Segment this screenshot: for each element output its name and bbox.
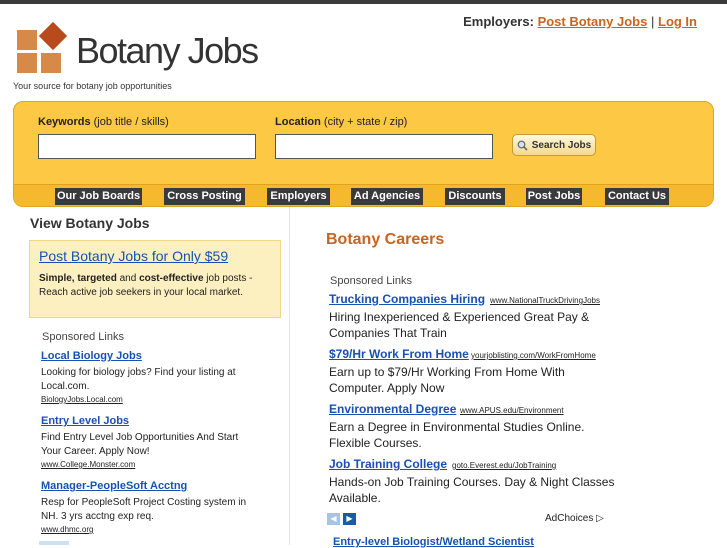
search-jobs-button[interactable]: Search Jobs: [512, 134, 596, 156]
main-ad-desc: Earn a Degree in Environmental Studies O…: [329, 420, 585, 450]
tagline: Your source for botany job opportunities: [13, 81, 172, 91]
sidebar-ad-title[interactable]: Entry Level Jobs: [41, 415, 129, 427]
employers-label: Employers:: [463, 14, 534, 29]
promo-text: Simple, targeted and cost-effective job …: [39, 273, 253, 298]
nav-employers[interactable]: Employers: [267, 188, 330, 205]
magnifier-icon: [517, 140, 528, 151]
main-ad-url[interactable]: goto.Everest.edu/JobTraining: [452, 461, 610, 470]
nav-discounts[interactable]: Discounts: [445, 188, 505, 205]
sidebar-ad-url[interactable]: www.College.Monster.com: [41, 460, 135, 469]
main-nav: Our Job Boards Cross Posting Employers A…: [14, 184, 713, 206]
main-ad-url[interactable]: www.APUS.edu/Environment: [460, 406, 610, 415]
nav-our-job-boards[interactable]: Our Job Boards: [55, 188, 142, 205]
adchoices-link[interactable]: AdChoices ▷: [545, 513, 604, 524]
nav-ad-agencies[interactable]: Ad Agencies: [351, 188, 423, 205]
employers-links: Employers: Post Botany Jobs | Log In: [463, 14, 697, 29]
main-ad-desc: Hands-on Job Training Courses. Day & Nig…: [329, 475, 615, 505]
main-ad-url[interactable]: www.NationalTruckDrivingJobs: [490, 296, 608, 305]
logo-icon[interactable]: [17, 21, 69, 74]
location-input[interactable]: [275, 134, 493, 159]
keywords-label: Keywords (job title / skills): [38, 116, 169, 128]
sidebar-ad-title[interactable]: Local Biology Jobs: [41, 350, 142, 362]
sidebar-ad-desc: Find Entry Level Job Opportunities And S…: [41, 432, 239, 457]
search-panel: Keywords (job title / skills) Location (…: [13, 101, 714, 207]
sidebar-ad-desc: Resp for PeopleSoft Project Costing syst…: [41, 497, 247, 522]
sidebar-ad-url[interactable]: BiologyJobs.Local.com: [41, 395, 123, 404]
top-bar: [0, 0, 727, 4]
nav-cross-posting[interactable]: Cross Posting: [164, 188, 245, 205]
sidebar-ad-desc: Looking for biology jobs? Find your list…: [41, 367, 236, 392]
main-ad-title[interactable]: Job Training College: [329, 457, 447, 471]
sidebar-ad-arrows: [39, 541, 69, 545]
login-link[interactable]: Log In: [658, 14, 697, 29]
nav-post-jobs[interactable]: Post Jobs: [526, 188, 582, 205]
main-ad-desc: Earn up to $79/Hr Working From Home With…: [329, 365, 565, 395]
location-label: Location (city + state / zip): [275, 116, 408, 128]
page-title: Botany Careers: [326, 231, 445, 248]
main-ad-desc: Hiring Inexperienced & Experienced Great…: [329, 310, 590, 340]
promo-link[interactable]: Post Botany Jobs for Only $59: [39, 248, 228, 264]
sidebar-ad-url[interactable]: www.dhmc.org: [41, 525, 93, 534]
next-ad-arrow-icon[interactable]: ▶: [343, 513, 356, 525]
keywords-input[interactable]: [38, 134, 256, 159]
sidebar-title: View Botany Jobs: [30, 215, 150, 231]
main-sponsored-label: Sponsored Links: [330, 275, 412, 287]
sidebar: View Botany Jobs Post Botany Jobs for On…: [22, 207, 290, 545]
links-separator: |: [650, 14, 655, 29]
promo-box: Post Botany Jobs for Only $59 Simple, ta…: [29, 240, 281, 318]
sidebar-ad-title[interactable]: Manager-PeopleSoft Acctng: [41, 480, 187, 492]
main-ad-url[interactable]: yourjoblisting.com/WorkFromHome: [471, 351, 609, 360]
logo-text[interactable]: Botany Jobs: [76, 30, 259, 72]
sidebar-sponsored-label: Sponsored Links: [42, 331, 124, 343]
main-ad-title[interactable]: $79/Hr Work From Home: [329, 347, 469, 361]
job-listing-link[interactable]: Entry-level Biologist/Wetland Scientist: [333, 536, 534, 548]
nav-contact-us[interactable]: Contact Us: [605, 188, 669, 205]
search-jobs-label: Search Jobs: [531, 139, 592, 151]
main-ad-title[interactable]: Trucking Companies Hiring: [329, 292, 485, 306]
prev-ad-arrow-icon[interactable]: ◀: [327, 513, 340, 525]
adchoices-icon: ▷: [596, 513, 604, 524]
post-jobs-link[interactable]: Post Botany Jobs: [538, 14, 648, 29]
main-ad-title[interactable]: Environmental Degree: [329, 402, 456, 416]
